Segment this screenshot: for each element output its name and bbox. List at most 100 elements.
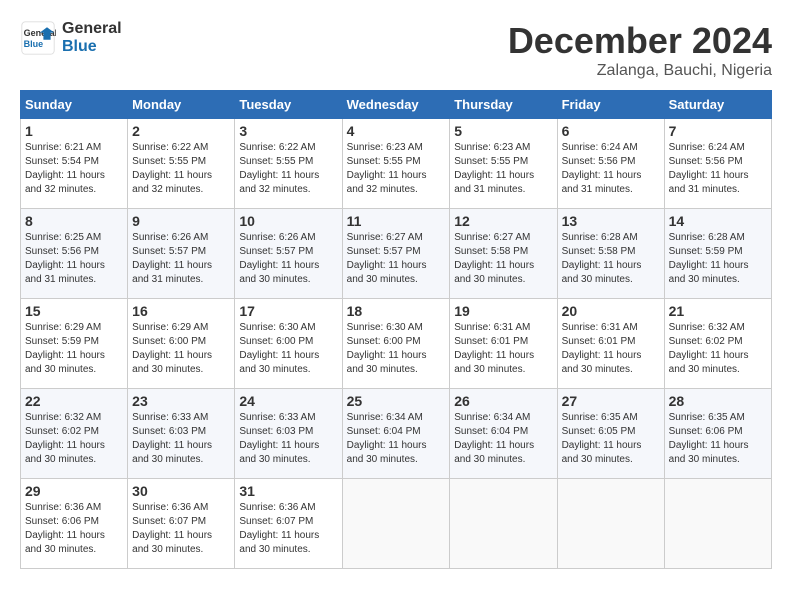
calendar-cell: 26 Sunrise: 6:34 AM Sunset: 6:04 PM Dayli…: [450, 389, 557, 479]
calendar-cell: 23 Sunrise: 6:33 AM Sunset: 6:03 PM Dayli…: [128, 389, 235, 479]
svg-text:Blue: Blue: [24, 39, 44, 49]
calendar-cell: [664, 479, 771, 569]
calendar-subtitle: Zalanga, Bauchi, Nigeria: [508, 62, 772, 80]
day-info: Sunrise: 6:35 AM Sunset: 6:05 PM Dayligh…: [562, 411, 660, 467]
day-number: 12: [454, 213, 552, 229]
day-number: 9: [132, 213, 230, 229]
day-number: 14: [669, 213, 767, 229]
header-friday: Friday: [557, 91, 664, 119]
day-info: Sunrise: 6:34 AM Sunset: 6:04 PM Dayligh…: [454, 411, 552, 467]
day-number: 22: [25, 393, 123, 409]
header: General Blue General Blue December 2024 …: [20, 20, 772, 80]
header-monday: Monday: [128, 91, 235, 119]
calendar-cell: 31Sunrise: 6:36 AM Sunset: 6:07 PM Dayli…: [235, 479, 342, 569]
calendar-week-0: 1Sunrise: 6:21 AM Sunset: 5:54 PM Daylig…: [21, 119, 772, 209]
logo-icon: General Blue: [20, 20, 56, 56]
day-info: Sunrise: 6:36 AM Sunset: 6:07 PM Dayligh…: [132, 501, 230, 557]
day-info: Sunrise: 6:33 AM Sunset: 6:03 PM Dayligh…: [239, 411, 337, 467]
day-info: Sunrise: 6:26 AM Sunset: 5:57 PM Dayligh…: [239, 231, 337, 287]
calendar-cell: 27 Sunrise: 6:35 AM Sunset: 6:05 PM Dayli…: [557, 389, 664, 479]
day-number: 23: [132, 393, 230, 409]
days-header-row: Sunday Monday Tuesday Wednesday Thursday…: [21, 91, 772, 119]
calendar-cell: 19 Sunrise: 6:31 AM Sunset: 6:01 PM Dayli…: [450, 299, 557, 389]
day-number: 2: [132, 123, 230, 139]
day-info: Sunrise: 6:25 AM Sunset: 5:56 PM Dayligh…: [25, 231, 123, 287]
calendar-cell: 4Sunrise: 6:23 AM Sunset: 5:55 PM Daylig…: [342, 119, 450, 209]
day-number: 15: [25, 303, 123, 319]
calendar-cell: 15 Sunrise: 6:29 AM Sunset: 5:59 PM Dayli…: [21, 299, 128, 389]
calendar-cell: [557, 479, 664, 569]
calendar-cell: 12 Sunrise: 6:27 AM Sunset: 5:58 PM Dayli…: [450, 209, 557, 299]
calendar-cell: 25 Sunrise: 6:34 AM Sunset: 6:04 PM Dayli…: [342, 389, 450, 479]
day-info: Sunrise: 6:35 AM Sunset: 6:06 PM Dayligh…: [669, 411, 767, 467]
day-info: Sunrise: 6:31 AM Sunset: 6:01 PM Dayligh…: [454, 321, 552, 377]
calendar-cell: 1Sunrise: 6:21 AM Sunset: 5:54 PM Daylig…: [21, 119, 128, 209]
day-number: 13: [562, 213, 660, 229]
day-info: Sunrise: 6:24 AM Sunset: 5:56 PM Dayligh…: [669, 141, 767, 197]
calendar-cell: 20Sunrise: 6:31 AM Sunset: 6:01 PM Dayli…: [557, 299, 664, 389]
calendar-cell: 9 Sunrise: 6:26 AM Sunset: 5:57 PM Daylig…: [128, 209, 235, 299]
calendar-cell: 5Sunrise: 6:23 AM Sunset: 5:55 PM Daylig…: [450, 119, 557, 209]
calendar-cell: 29 Sunrise: 6:36 AM Sunset: 6:06 PM Dayli…: [21, 479, 128, 569]
calendar-cell: 30 Sunrise: 6:36 AM Sunset: 6:07 PM Dayli…: [128, 479, 235, 569]
logo: General Blue General Blue: [20, 20, 122, 56]
calendar-cell: 14 Sunrise: 6:28 AM Sunset: 5:59 PM Dayli…: [664, 209, 771, 299]
day-info: Sunrise: 6:24 AM Sunset: 5:56 PM Dayligh…: [562, 141, 660, 197]
calendar-cell: 8 Sunrise: 6:25 AM Sunset: 5:56 PM Daylig…: [21, 209, 128, 299]
calendar-cell: 11 Sunrise: 6:27 AM Sunset: 5:57 PM Dayli…: [342, 209, 450, 299]
day-number: 27: [562, 393, 660, 409]
svg-text:General: General: [24, 28, 56, 38]
calendar-week-3: 22 Sunrise: 6:32 AM Sunset: 6:02 PM Dayli…: [21, 389, 772, 479]
header-thursday: Thursday: [450, 91, 557, 119]
day-number: 25: [347, 393, 446, 409]
day-number: 5: [454, 123, 552, 139]
day-info: Sunrise: 6:26 AM Sunset: 5:57 PM Dayligh…: [132, 231, 230, 287]
day-info: Sunrise: 6:34 AM Sunset: 6:04 PM Dayligh…: [347, 411, 446, 467]
calendar-cell: 10 Sunrise: 6:26 AM Sunset: 5:57 PM Dayli…: [235, 209, 342, 299]
calendar-cell: 13 Sunrise: 6:28 AM Sunset: 5:58 PM Dayli…: [557, 209, 664, 299]
day-number: 18: [347, 303, 446, 319]
calendar-cell: 17Sunrise: 6:30 AM Sunset: 6:00 PM Dayli…: [235, 299, 342, 389]
calendar-cell: [342, 479, 450, 569]
day-number: 30: [132, 483, 230, 499]
calendar-cell: 7 Sunrise: 6:24 AM Sunset: 5:56 PM Daylig…: [664, 119, 771, 209]
title-section: December 2024 Zalanga, Bauchi, Nigeria: [508, 20, 772, 80]
day-info: Sunrise: 6:32 AM Sunset: 6:02 PM Dayligh…: [669, 321, 767, 377]
day-info: Sunrise: 6:33 AM Sunset: 6:03 PM Dayligh…: [132, 411, 230, 467]
day-info: Sunrise: 6:36 AM Sunset: 6:06 PM Dayligh…: [25, 501, 123, 557]
day-number: 1: [25, 123, 123, 139]
calendar-cell: 21Sunrise: 6:32 AM Sunset: 6:02 PM Dayli…: [664, 299, 771, 389]
day-number: 26: [454, 393, 552, 409]
day-info: Sunrise: 6:27 AM Sunset: 5:57 PM Dayligh…: [347, 231, 446, 287]
day-info: Sunrise: 6:27 AM Sunset: 5:58 PM Dayligh…: [454, 231, 552, 287]
day-info: Sunrise: 6:30 AM Sunset: 6:00 PM Dayligh…: [347, 321, 446, 377]
day-number: 10: [239, 213, 337, 229]
calendar-cell: 6 Sunrise: 6:24 AM Sunset: 5:56 PM Daylig…: [557, 119, 664, 209]
day-info: Sunrise: 6:32 AM Sunset: 6:02 PM Dayligh…: [25, 411, 123, 467]
calendar-cell: 28 Sunrise: 6:35 AM Sunset: 6:06 PM Dayli…: [664, 389, 771, 479]
day-number: 19: [454, 303, 552, 319]
day-number: 8: [25, 213, 123, 229]
calendar-cell: 2Sunrise: 6:22 AM Sunset: 5:55 PM Daylig…: [128, 119, 235, 209]
day-number: 24: [239, 393, 337, 409]
calendar-cell: 16 Sunrise: 6:29 AM Sunset: 6:00 PM Dayli…: [128, 299, 235, 389]
day-number: 6: [562, 123, 660, 139]
logo-text: General Blue: [62, 20, 122, 56]
day-number: 28: [669, 393, 767, 409]
calendar-cell: 3Sunrise: 6:22 AM Sunset: 5:55 PM Daylig…: [235, 119, 342, 209]
day-number: 16: [132, 303, 230, 319]
day-info: Sunrise: 6:29 AM Sunset: 6:00 PM Dayligh…: [132, 321, 230, 377]
calendar-week-1: 8 Sunrise: 6:25 AM Sunset: 5:56 PM Daylig…: [21, 209, 772, 299]
day-number: 29: [25, 483, 123, 499]
calendar-title: December 2024: [508, 20, 772, 62]
calendar-cell: 22 Sunrise: 6:32 AM Sunset: 6:02 PM Dayli…: [21, 389, 128, 479]
day-info: Sunrise: 6:29 AM Sunset: 5:59 PM Dayligh…: [25, 321, 123, 377]
calendar-cell: 24 Sunrise: 6:33 AM Sunset: 6:03 PM Dayli…: [235, 389, 342, 479]
day-number: 11: [347, 213, 446, 229]
calendar-table: Sunday Monday Tuesday Wednesday Thursday…: [20, 90, 772, 569]
day-info: Sunrise: 6:28 AM Sunset: 5:59 PM Dayligh…: [669, 231, 767, 287]
day-info: Sunrise: 6:23 AM Sunset: 5:55 PM Dayligh…: [347, 141, 446, 197]
day-info: Sunrise: 6:28 AM Sunset: 5:58 PM Dayligh…: [562, 231, 660, 287]
day-number: 7: [669, 123, 767, 139]
day-info: Sunrise: 6:30 AM Sunset: 6:00 PM Dayligh…: [239, 321, 337, 377]
